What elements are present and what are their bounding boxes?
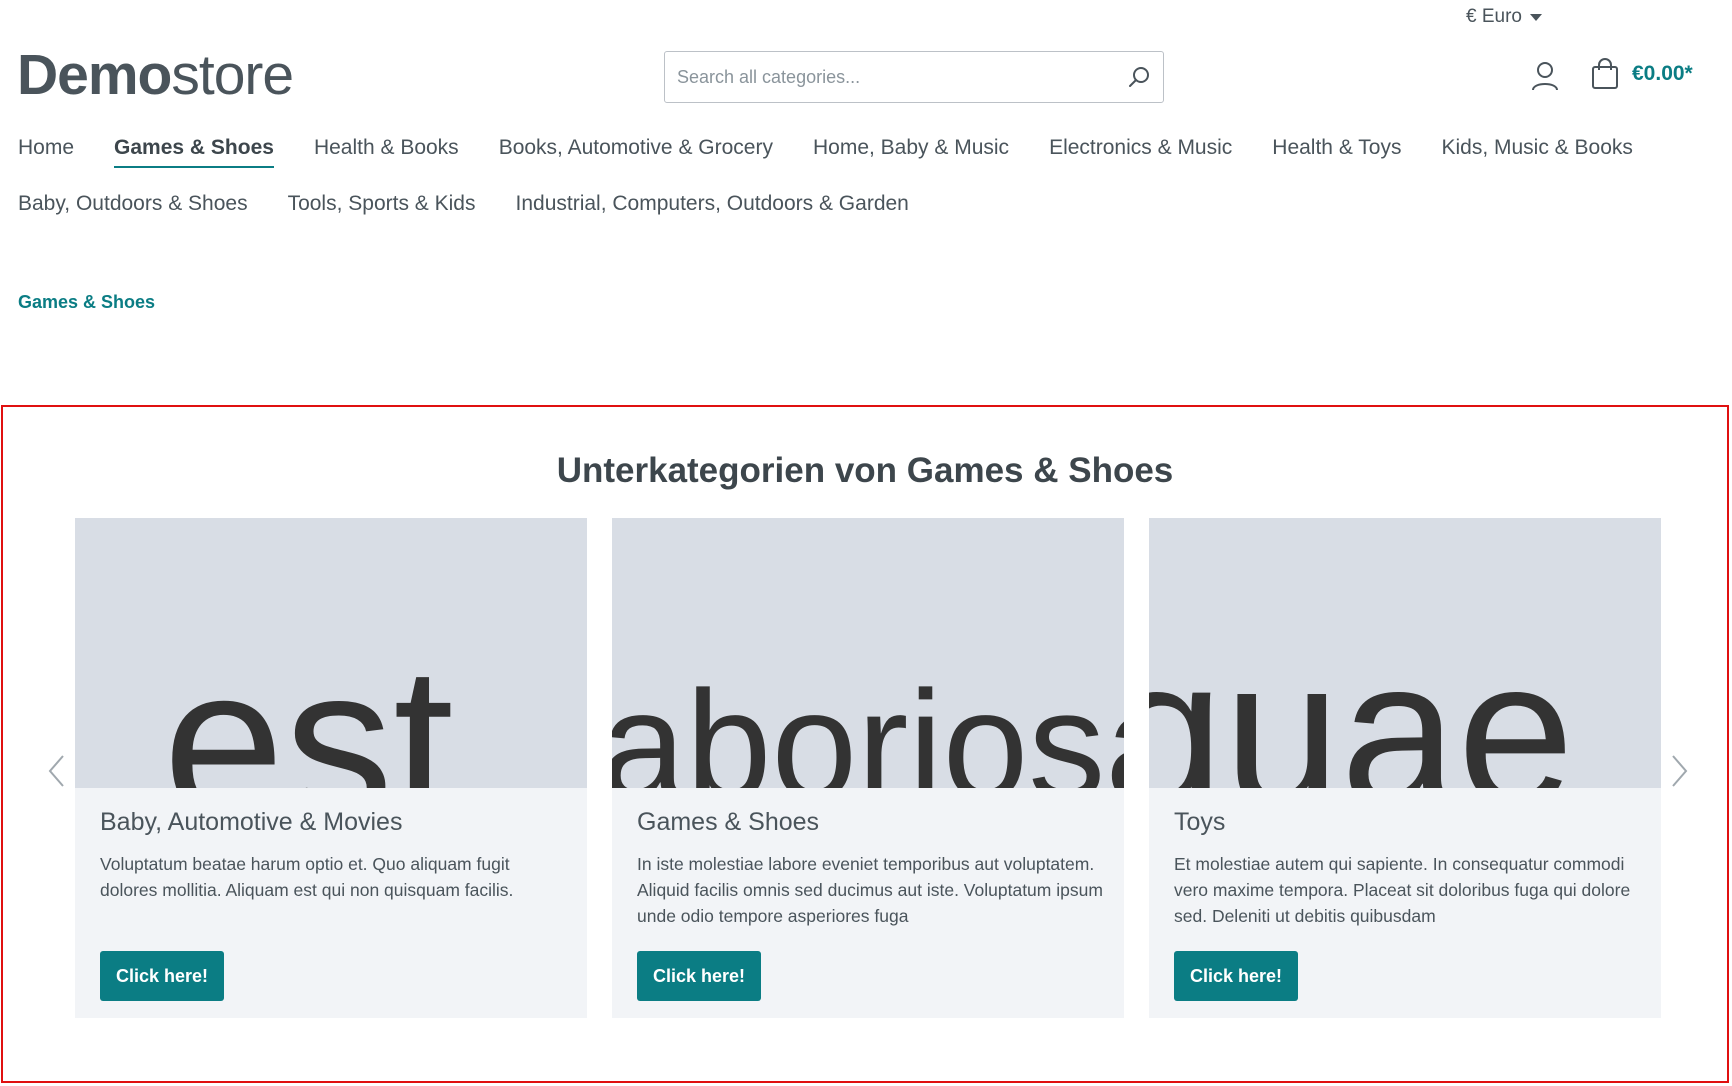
- card-title: Baby, Automotive & Movies: [100, 808, 403, 836]
- currency-dropdown[interactable]: € Euro: [1466, 6, 1542, 28]
- cart-total: €0.00*: [1632, 62, 1693, 85]
- account-button[interactable]: [1530, 60, 1560, 92]
- card-title: Toys: [1174, 808, 1226, 836]
- nav-item-books-automotive-grocery[interactable]: Books, Automotive & Grocery: [499, 136, 773, 164]
- nav-item-home[interactable]: Home: [18, 136, 74, 164]
- nav-row-1: Home Games & Shoes Health & Books Books,…: [18, 132, 1678, 168]
- slider-next-button[interactable]: [1665, 747, 1693, 795]
- category-card: quae quae Toys Et molestiae autem qui sa…: [1149, 518, 1661, 1018]
- slider-prev-button[interactable]: [43, 747, 71, 795]
- user-icon: [1532, 62, 1558, 91]
- search-button[interactable]: [1115, 52, 1163, 102]
- card-body: Toys Et molestiae autem qui sapiente. In…: [1174, 808, 1644, 929]
- breadcrumb[interactable]: Games & Shoes: [18, 292, 155, 313]
- card-image[interactable]: quae: [1149, 518, 1661, 788]
- main-navigation: Home Games & Shoes Health & Books Books,…: [18, 132, 1678, 224]
- category-card: laboriosam laboriosam Games & Shoes In i…: [612, 518, 1124, 1018]
- click-here-button[interactable]: Click here!: [637, 951, 762, 1001]
- card-image-word: quae: [1149, 615, 1575, 789]
- shopping-bag-icon: [1592, 58, 1618, 89]
- category-card: est est Baby, Automotive & Movies Volupt…: [75, 518, 587, 1018]
- card-text: Et molestiae autem qui sapiente. In cons…: [1174, 854, 1631, 926]
- store-logo[interactable]: Demostore: [17, 40, 294, 110]
- click-here-button[interactable]: Click here!: [1174, 951, 1299, 1001]
- chevron-right-icon: [1672, 755, 1688, 787]
- search-bar: [664, 51, 1164, 103]
- card-body: Games & Shoes In iste molestiae labore e…: [637, 808, 1107, 929]
- nav-item-baby-outdoors-shoes[interactable]: Baby, Outdoors & Shoes: [18, 192, 248, 220]
- card-text: Voluptatum beatae harum optio et. Quo al…: [100, 854, 514, 900]
- card-image[interactable]: laboriosam: [612, 518, 1124, 788]
- nav-item-kids-music-books[interactable]: Kids, Music & Books: [1441, 136, 1632, 164]
- card-image-word: laboriosam: [612, 659, 1124, 788]
- nav-item-industrial-computers-outdoors-garden[interactable]: Industrial, Computers, Outdoors & Garden: [516, 192, 909, 220]
- chevron-left-icon: [48, 755, 64, 787]
- card-text: In iste molestiae labore eveniet tempori…: [637, 854, 1103, 926]
- currency-label: € Euro: [1466, 6, 1522, 27]
- logo-light-text: store: [171, 43, 294, 107]
- click-here-button[interactable]: Click here!: [100, 951, 225, 1001]
- subcategory-section: Unterkategorien von Games & Shoes est es…: [1, 405, 1729, 1083]
- nav-item-health-toys[interactable]: Health & Toys: [1272, 136, 1401, 164]
- card-body: Baby, Automotive & Movies Voluptatum bea…: [100, 808, 570, 929]
- nav-item-electronics-music[interactable]: Electronics & Music: [1049, 136, 1232, 164]
- section-title: Unterkategorien von Games & Shoes: [556, 451, 1174, 490]
- card-title: Games & Shoes: [637, 808, 820, 836]
- nav-item-games-shoes[interactable]: Games & Shoes: [114, 136, 274, 168]
- nav-item-home-baby-music[interactable]: Home, Baby & Music: [813, 136, 1009, 164]
- search-icon: [1129, 67, 1149, 87]
- card-image-word: est: [163, 622, 454, 789]
- nav-item-health-books[interactable]: Health & Books: [314, 136, 459, 164]
- logo-bold-text: Demo: [17, 43, 172, 107]
- caret-down-icon: [1530, 13, 1542, 21]
- search-input[interactable]: [665, 52, 1115, 102]
- nav-item-tools-sports-kids[interactable]: Tools, Sports & Kids: [288, 192, 476, 220]
- cart-button[interactable]: €0.00*: [1590, 58, 1693, 90]
- nav-row-2: Baby, Outdoors & Shoes Tools, Sports & K…: [18, 188, 1678, 224]
- card-image[interactable]: est: [75, 518, 587, 788]
